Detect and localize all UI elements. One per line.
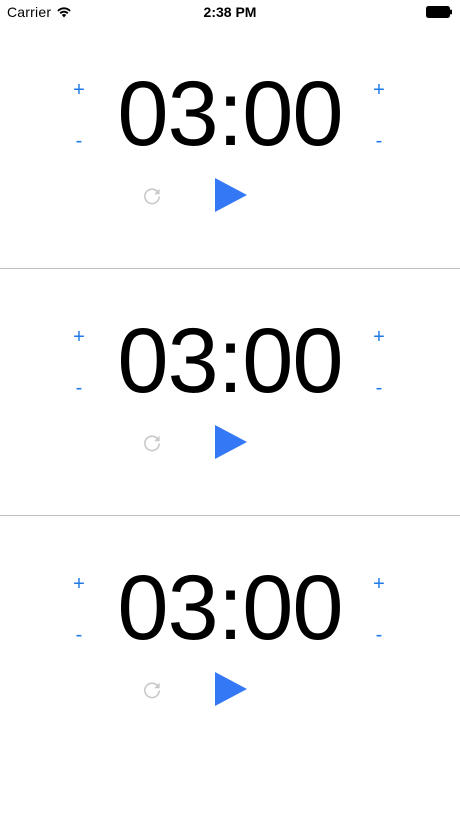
minutes-decrement-button[interactable]: - [67,623,91,647]
minutes-decrement-button[interactable]: - [67,129,91,153]
seconds-increment-button[interactable]: + [367,78,391,102]
minutes-increment-button[interactable]: + [67,78,91,102]
timer-display: 03:00 [117,63,343,165]
play-icon [213,670,249,708]
status-bar: Carrier 2:38 PM [0,0,460,24]
reset-icon [140,431,164,455]
play-button[interactable] [213,670,249,708]
reset-button[interactable] [140,184,164,208]
timer-panel-2: + - 03:00 + - [0,269,460,516]
minutes-increment-button[interactable]: + [67,572,91,596]
play-button[interactable] [213,176,249,214]
reset-icon [140,678,164,702]
reset-icon [140,184,164,208]
timer-display: 03:00 [117,557,343,659]
seconds-increment-button[interactable]: + [367,572,391,596]
minutes-increment-button[interactable]: + [67,325,91,349]
minutes-decrement-button[interactable]: - [67,376,91,400]
seconds-decrement-button[interactable]: - [367,623,391,647]
play-button[interactable] [213,423,249,461]
status-time: 2:38 PM [203,4,257,20]
seconds-decrement-button[interactable]: - [367,376,391,400]
timer-display: 03:00 [117,310,343,412]
play-icon [213,176,249,214]
battery-icon [426,6,453,18]
play-icon [213,423,249,461]
seconds-increment-button[interactable]: + [367,325,391,349]
seconds-decrement-button[interactable]: - [367,129,391,153]
reset-button[interactable] [140,431,164,455]
timer-panel-1: + - 03:00 + - [0,22,460,269]
reset-button[interactable] [140,678,164,702]
timer-panel-3: + - 03:00 + - [0,516,460,763]
